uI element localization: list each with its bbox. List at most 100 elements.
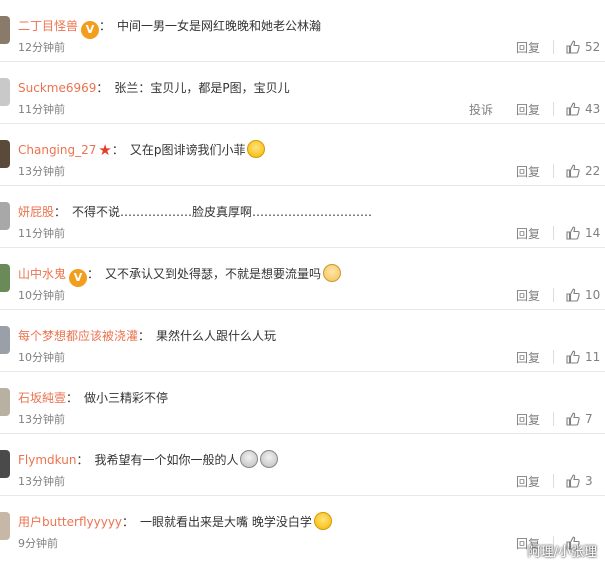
username-link[interactable]: 山中水鬼: [18, 267, 66, 281]
comment-text: 中间一男一女是网红晚晚和她老公林瀚: [117, 19, 322, 33]
avatar[interactable]: [0, 326, 10, 354]
comment-time: 13分钟前: [18, 475, 65, 488]
comment-text: 我希望有一个如你一般的人: [94, 453, 239, 467]
like-button[interactable]: 7: [565, 411, 605, 427]
comment-actions: 回复 14: [515, 222, 605, 244]
comment-time: 13分钟前: [18, 413, 65, 426]
comment-line: Suckme6969： 张兰：宝贝儿，都是P图，宝贝儿: [18, 78, 290, 98]
like-button[interactable]: 11: [565, 349, 605, 365]
thumbs-up-icon: [566, 40, 580, 54]
like-count: 3: [585, 474, 593, 488]
comment-time: 13分钟前: [18, 165, 65, 178]
avatar[interactable]: [0, 512, 10, 540]
reply-button[interactable]: 回复: [515, 287, 541, 304]
username-link[interactable]: 妍屁股: [18, 205, 54, 219]
like-button[interactable]: 52: [565, 39, 605, 55]
colon: ：: [111, 143, 124, 157]
comment-line: 石坂純壹： 做小三精彩不停: [18, 388, 168, 408]
divider: [553, 474, 554, 488]
comment-item: 妍屁股： 不得不说………………脸皮真厚啊………………………… 11分钟前 回复 1…: [0, 186, 605, 248]
colon: ：: [99, 19, 112, 33]
verified-badge-icon: V: [69, 269, 88, 287]
comment-text: 又不承认又到处得瑟，不就是想要流量吗: [105, 267, 322, 281]
shock-emoji-icon: [240, 450, 259, 468]
divider: [553, 40, 554, 54]
colon: ：: [87, 267, 100, 281]
cry-emoji-icon: [313, 512, 332, 530]
reply-button[interactable]: 回复: [515, 225, 541, 242]
star-badge-icon: ★: [98, 141, 112, 159]
comment-text: 又在p图诽谤我们小菲: [129, 143, 246, 157]
avatar[interactable]: [0, 388, 10, 416]
thumbs-up-icon: [566, 102, 580, 116]
username-link[interactable]: 用户butterflyyyyy: [18, 515, 122, 529]
divider: [553, 412, 554, 426]
comment-item: Changing_27 ★： 又在p图诽谤我们小菲 13分钟前 回复 22: [0, 124, 605, 186]
avatar[interactable]: [0, 78, 10, 106]
comment-line: 每个梦想都应该被浇灌： 果然什么人跟什么人玩: [18, 326, 276, 346]
comment-actions: 投诉 回复 43: [469, 98, 605, 120]
thumbs-up-icon: [566, 412, 580, 426]
username-link[interactable]: 石坂純壹: [18, 391, 66, 405]
avatar[interactable]: [0, 16, 10, 44]
reply-button[interactable]: 回复: [515, 163, 541, 180]
comment-time: 11分钟前: [18, 227, 65, 240]
thumbs-up-icon: [566, 288, 580, 302]
comment-time: 9分钟前: [18, 537, 58, 550]
watermark: 阿理/小张理: [527, 545, 597, 560]
thumbs-up-icon: [566, 350, 580, 364]
avatar[interactable]: [0, 140, 10, 168]
username-link[interactable]: Flymdkun: [18, 453, 76, 467]
comment-line: Flymdkun： 我希望有一个如你一般的人: [18, 450, 279, 470]
comment-time: 10分钟前: [18, 289, 65, 302]
divider: [553, 350, 554, 364]
like-button[interactable]: 3: [565, 473, 605, 489]
username-link[interactable]: 每个梦想都应该被浇灌: [18, 329, 138, 343]
comment-item: Flymdkun： 我希望有一个如你一般的人 13分钟前 回复 3: [0, 434, 605, 496]
like-count: 7: [585, 412, 593, 426]
comment-item: 石坂純壹： 做小三精彩不停 13分钟前 回复 7: [0, 372, 605, 434]
colon: ：: [138, 329, 151, 343]
comment-actions: 回复 22: [515, 160, 605, 182]
reply-button[interactable]: 回复: [515, 411, 541, 428]
cat-emoji-icon: [323, 264, 342, 282]
comment-item: 山中水鬼 V： 又不承认又到处得瑟，不就是想要流量吗 10分钟前 回复 10: [0, 248, 605, 310]
reply-button[interactable]: 回复: [515, 473, 541, 490]
avatar[interactable]: [0, 264, 10, 292]
comment-text: 张兰：宝贝儿，都是P图，宝贝儿: [114, 81, 290, 95]
avatar[interactable]: [0, 450, 10, 478]
colon: ：: [66, 391, 79, 405]
comment-line: Changing_27 ★： 又在p图诽谤我们小菲: [18, 140, 266, 160]
comment-text: 不得不说………………脸皮真厚啊…………………………: [72, 205, 373, 219]
comment-line: 山中水鬼 V： 又不承认又到处得瑟，不就是想要流量吗: [18, 264, 342, 287]
like-button[interactable]: 43: [565, 101, 605, 117]
avatar[interactable]: [0, 202, 10, 230]
smile-emoji-icon: [247, 140, 266, 158]
reply-button[interactable]: 回复: [515, 39, 541, 56]
username-link[interactable]: Changing_27: [18, 143, 96, 157]
comment-text: 一眼就看出来是大嘴 晚学没白学: [140, 515, 312, 529]
comment-item: 每个梦想都应该被浇灌： 果然什么人跟什么人玩 10分钟前 回复 11: [0, 310, 605, 372]
comment-actions: 回复 52: [515, 36, 605, 58]
username-link[interactable]: Suckme6969: [18, 81, 96, 95]
comment-actions: 回复 10: [515, 284, 605, 306]
comment-item: Suckme6969： 张兰：宝贝儿，都是P图，宝贝儿 11分钟前 投诉 回复 4…: [0, 62, 605, 124]
comment-text: 果然什么人跟什么人玩: [156, 329, 277, 343]
report-button[interactable]: 投诉: [469, 101, 493, 118]
like-button[interactable]: 14: [565, 225, 605, 241]
divider: [553, 102, 554, 116]
thumbs-up-icon: [566, 226, 580, 240]
colon: ：: [96, 81, 109, 95]
reply-button[interactable]: 回复: [515, 101, 541, 118]
reply-button[interactable]: 回复: [515, 349, 541, 366]
colon: ：: [76, 453, 89, 467]
like-button[interactable]: 10: [565, 287, 605, 303]
comment-item: 用户butterflyyyyy： 一眼就看出来是大嘴 晚学没白学 9分钟前 回复: [0, 496, 605, 558]
comment-line: 妍屁股： 不得不说………………脸皮真厚啊…………………………: [18, 202, 372, 222]
like-count: 43: [585, 102, 601, 116]
like-button[interactable]: 22: [565, 163, 605, 179]
comment-actions: 回复 11: [515, 346, 605, 368]
shock-emoji-icon: [260, 450, 279, 468]
comment-text: 做小三精彩不停: [84, 391, 169, 405]
username-link[interactable]: 二丁目怪兽: [18, 19, 78, 33]
